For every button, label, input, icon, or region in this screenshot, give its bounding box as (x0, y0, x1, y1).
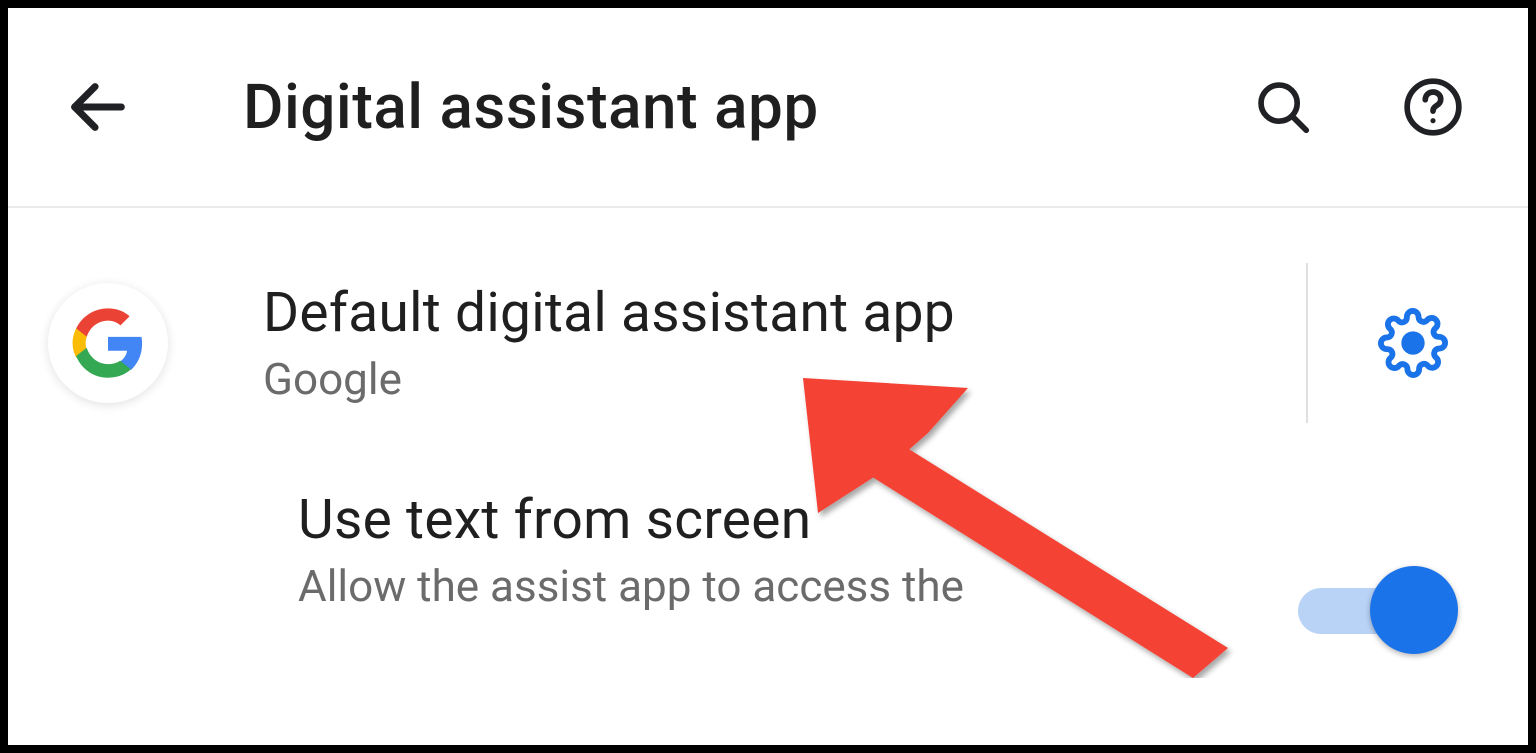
page-title: Digital assistant app (243, 71, 1238, 144)
app-bar: Digital assistant app (8, 8, 1528, 208)
search-button[interactable] (1238, 62, 1328, 152)
default-assistant-row[interactable]: Default digital assistant app Google (8, 208, 1528, 478)
toggle-thumb (1370, 566, 1458, 654)
use-text-toggle[interactable] (1298, 570, 1458, 640)
use-text-row[interactable]: Use text from screen Allow the assist ap… (8, 478, 1528, 615)
back-button[interactable] (48, 57, 148, 157)
arrow-left-icon (63, 72, 133, 142)
assistant-settings-button[interactable] (1368, 298, 1458, 388)
default-assistant-title: Default digital assistant app (263, 281, 1246, 345)
gear-icon (1378, 308, 1448, 378)
google-app-icon (48, 283, 168, 403)
search-icon (1252, 76, 1314, 138)
google-logo-icon (71, 306, 145, 380)
default-assistant-subtitle: Google (263, 353, 1246, 405)
help-icon (1402, 76, 1464, 138)
help-button[interactable] (1388, 62, 1478, 152)
divider (1306, 263, 1308, 423)
use-text-title: Use text from screen (298, 488, 1488, 552)
